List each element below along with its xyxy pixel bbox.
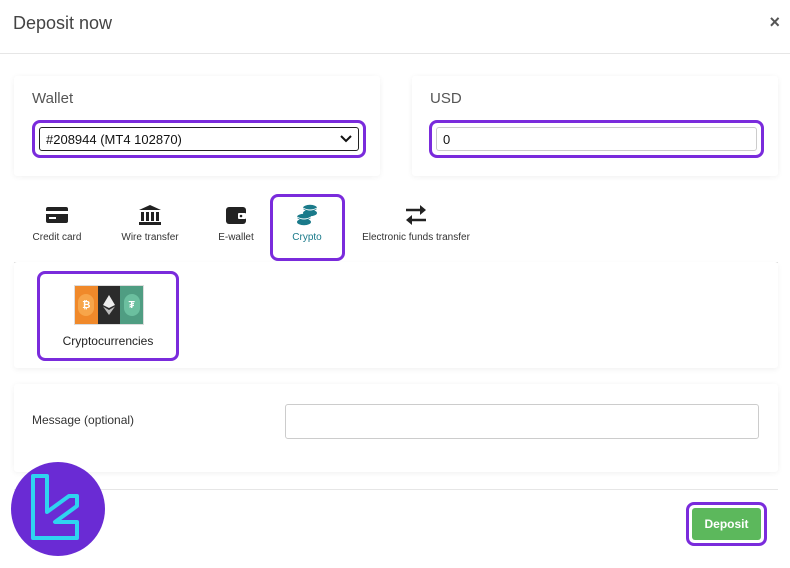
tab-e-wallet[interactable]: E-wallet [214,202,258,258]
method-cryptocurrencies[interactable]: ₿ ₮ Cryptocurrencies [37,271,179,361]
wallet-icon [225,202,247,228]
wallet-select-value: #208944 (MT4 102870) [46,131,182,147]
bitcoin-icon: ₿ [75,286,98,324]
bank-icon [138,202,162,228]
tab-label: Credit card [32,232,82,243]
deposit-button[interactable]: Deposit [692,508,761,540]
coins-icon [295,202,319,228]
wallet-select-highlight: #208944 (MT4 102870) [32,120,366,158]
tab-credit-card[interactable]: Credit card [32,202,82,258]
amount-input-highlight: 0 [429,120,764,158]
tab-label: E-wallet [218,232,254,243]
exchange-arrows-icon [404,202,428,228]
message-label: Message (optional) [32,413,135,427]
message-card: Message (optional) [14,384,778,472]
chevron-down-icon [340,135,352,143]
modal-title: Deposit now [13,13,113,33]
amount-input[interactable]: 0 [436,127,757,151]
modal-header: Deposit now × [0,0,790,54]
deposit-button-highlight: Deposit [686,502,767,546]
footer-divider [14,489,778,490]
tab-label: Electronic funds transfer [362,232,470,243]
tab-label: Crypto [292,232,322,243]
tab-wire-transfer[interactable]: Wire transfer [119,202,181,258]
tab-electronic-funds-transfer[interactable]: Electronic funds transfer [360,202,472,258]
wallet-label: Wallet [32,90,74,107]
message-input[interactable] [285,404,759,439]
ethereum-icon [97,286,121,324]
wallet-select[interactable]: #208944 (MT4 102870) [39,127,359,151]
close-icon[interactable]: × [769,12,780,33]
method-label: Cryptocurrencies [62,334,154,348]
amount-card: USD 0 [412,76,778,176]
amount-value: 0 [443,131,451,147]
credit-card-icon [45,202,69,228]
brand-logo [11,462,105,556]
amount-label: USD [430,90,462,107]
tab-label: Wire transfer [121,232,179,243]
crypto-logos: ₿ ₮ [74,285,144,325]
wallet-card: Wallet #208944 (MT4 102870) [14,76,380,176]
tether-icon: ₮ [120,286,144,324]
tab-crypto[interactable]: Crypto [282,202,332,258]
